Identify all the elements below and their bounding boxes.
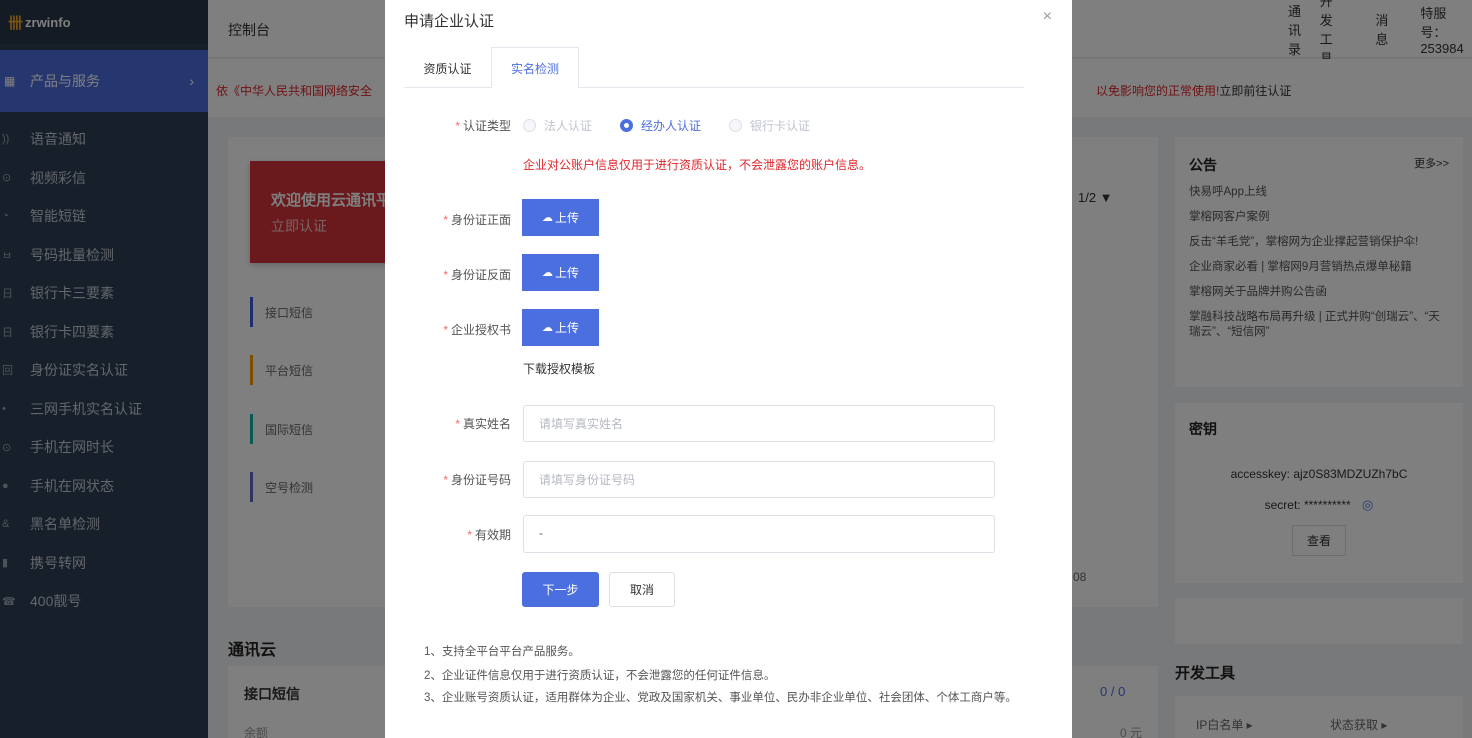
- upload-label-front: * 身份证正面: [443, 213, 511, 227]
- tab-realname[interactable]: 实名检测: [491, 47, 579, 89]
- validity-date-picker[interactable]: -: [523, 515, 995, 553]
- note-item: 3、企业账号资质认证，适用群体为企业、党政及国家机关、事业单位、民办非企业单位、…: [424, 692, 1017, 704]
- cloud-upload-icon: ☁: [541, 267, 553, 279]
- upload-label-back: * 身份证反面: [443, 268, 511, 282]
- name-label: * 真实姓名: [455, 417, 511, 431]
- verification-dialog: 申请企业认证 × 资质认证 实名检测 * 认证类型 法人认证 经办人认证 银行卡认…: [385, 0, 1072, 738]
- upload-button-back[interactable]: ☁ 上传: [522, 254, 599, 291]
- type-label: * 认证类型: [455, 119, 511, 133]
- dialog-tabs: 资质认证 实名检测: [404, 47, 1024, 89]
- id-number-input[interactable]: [523, 461, 995, 498]
- validity-label: * 有效期: [467, 528, 511, 542]
- next-button[interactable]: 下一步: [522, 572, 599, 607]
- upload-button-auth[interactable]: ☁ 上传: [522, 309, 599, 346]
- type-radio-group: 法人认证 经办人认证 银行卡认证: [523, 117, 838, 134]
- dialog-title: 申请企业认证: [404, 13, 495, 30]
- cloud-upload-icon: ☁: [541, 212, 553, 224]
- radio-bank-card[interactable]: 银行卡认证: [729, 117, 810, 134]
- radio-legal-person[interactable]: 法人认证: [523, 117, 592, 134]
- real-name-input[interactable]: [523, 405, 995, 442]
- note-item: 2、企业证件信息仅用于进行资质认证，不会泄露您的任何证件信息。: [424, 670, 776, 682]
- close-icon[interactable]: ×: [1043, 8, 1052, 26]
- warning-text: 企业对公账户信息仅用于进行资质认证，不会泄露您的账户信息。: [523, 158, 872, 172]
- notes-list: 1、支持全平台平台产品服务。 2、企业证件信息仅用于进行资质认证，不会泄露您的任何…: [424, 640, 1034, 708]
- download-template-link[interactable]: 下载授权模板: [523, 360, 595, 377]
- cloud-upload-icon: ☁: [541, 322, 553, 334]
- note-item: 1、支持全平台平台产品服务。: [424, 646, 580, 658]
- tab-qualification[interactable]: 资质认证: [404, 47, 491, 89]
- idno-label: * 身份证号码: [443, 473, 511, 487]
- cancel-button[interactable]: 取消: [609, 572, 675, 607]
- upload-label-auth: * 企业授权书: [443, 323, 511, 337]
- radio-agent[interactable]: 经办人认证: [620, 117, 701, 134]
- upload-button-front[interactable]: ☁ 上传: [522, 199, 599, 236]
